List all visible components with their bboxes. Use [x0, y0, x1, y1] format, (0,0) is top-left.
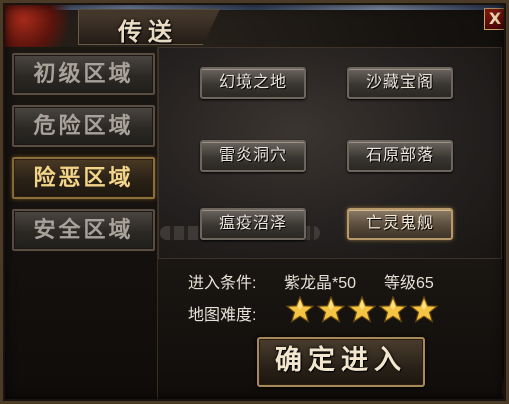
entry-condition-item: 紫龙晶*50 [284, 275, 357, 292]
close-button[interactable]: X [484, 8, 506, 30]
dragon-emblem [0, 0, 80, 48]
star-icon [317, 296, 345, 323]
map-button-illusion-land[interactable]: 幻境之地 [200, 67, 306, 99]
teleport-window: 传送 X 初级区域 危险区域 险恶区域 安全区域 幻境之地 沙藏宝阁 雷炎洞穴 … [0, 0, 509, 404]
star-icon [286, 296, 314, 323]
map-button-undead-ship[interactable]: 亡灵鬼舰 [347, 208, 453, 240]
map-button-thunder-cave[interactable]: 雷炎洞穴 [200, 140, 306, 172]
region-tab-beginner[interactable]: 初级区域 [12, 53, 155, 95]
entry-condition-label: 进入条件: [188, 275, 257, 292]
region-tab-safe[interactable]: 安全区域 [12, 209, 155, 251]
difficulty-stars [286, 296, 438, 324]
map-button-plague-swamp[interactable]: 瘟疫沼泽 [200, 208, 306, 240]
difficulty-label: 地图难度: [188, 307, 257, 324]
region-sidebar: 初级区域 危险区域 险恶区域 安全区域 [5, 47, 158, 399]
region-tab-perilous[interactable]: 险恶区域 [12, 157, 155, 199]
region-tab-danger[interactable]: 危险区域 [12, 105, 155, 147]
star-icon [348, 296, 376, 323]
map-button-stone-tribe[interactable]: 石原部落 [347, 140, 453, 172]
entry-condition-level: 等级65 [384, 275, 434, 292]
window-title: 传送 [118, 17, 178, 46]
star-icon [379, 296, 407, 323]
close-icon: X [488, 9, 502, 28]
map-button-sand-treasure[interactable]: 沙藏宝阁 [347, 67, 453, 99]
star-icon [410, 296, 438, 323]
confirm-enter-button[interactable]: 确定进入 [257, 337, 425, 387]
